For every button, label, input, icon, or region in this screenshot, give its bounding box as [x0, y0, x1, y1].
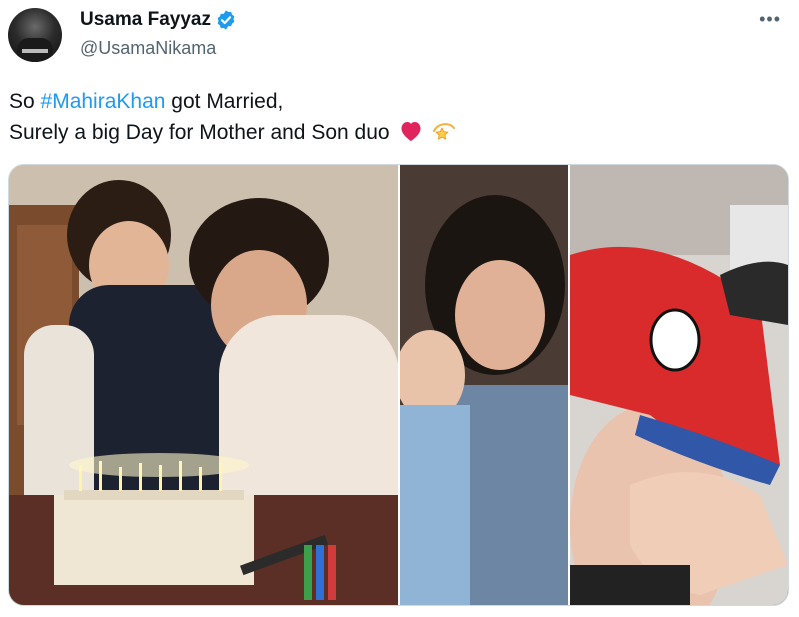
- red-heart-icon: [401, 122, 421, 141]
- collage-photo[interactable]: [400, 165, 788, 605]
- author-display-name[interactable]: Usama Fayyaz: [80, 9, 211, 31]
- author-handle[interactable]: @UsamaNikama: [80, 38, 216, 59]
- tweet-text-after-hashtag: got Married,: [165, 90, 284, 113]
- more-options-icon[interactable]: •••: [759, 9, 781, 30]
- collage-illustration: [400, 165, 788, 605]
- tweet-text-prefix: So: [9, 90, 41, 113]
- dizzy-star-icon: [433, 123, 456, 140]
- verified-badge-icon: [217, 10, 235, 30]
- tweet-line-1: So #MahiraKhan got Married,: [9, 86, 457, 117]
- tweet-text: So #MahiraKhan got Married, Surely a big…: [9, 86, 457, 148]
- tweet-line-2-text: Surely a big Day for Mother and Son duo: [9, 121, 390, 144]
- birthday-cake-illustration: [9, 165, 398, 605]
- birthday-cake-photo[interactable]: [9, 165, 398, 605]
- tweet-media-grid[interactable]: [8, 164, 789, 606]
- author-name-row[interactable]: Usama Fayyaz: [80, 9, 237, 31]
- avatar-shirt-print: [22, 49, 48, 53]
- tweet-line-2: Surely a big Day for Mother and Son duo: [9, 117, 457, 148]
- author-avatar[interactable]: [8, 8, 62, 62]
- hashtag-link[interactable]: #MahiraKhan: [41, 90, 166, 113]
